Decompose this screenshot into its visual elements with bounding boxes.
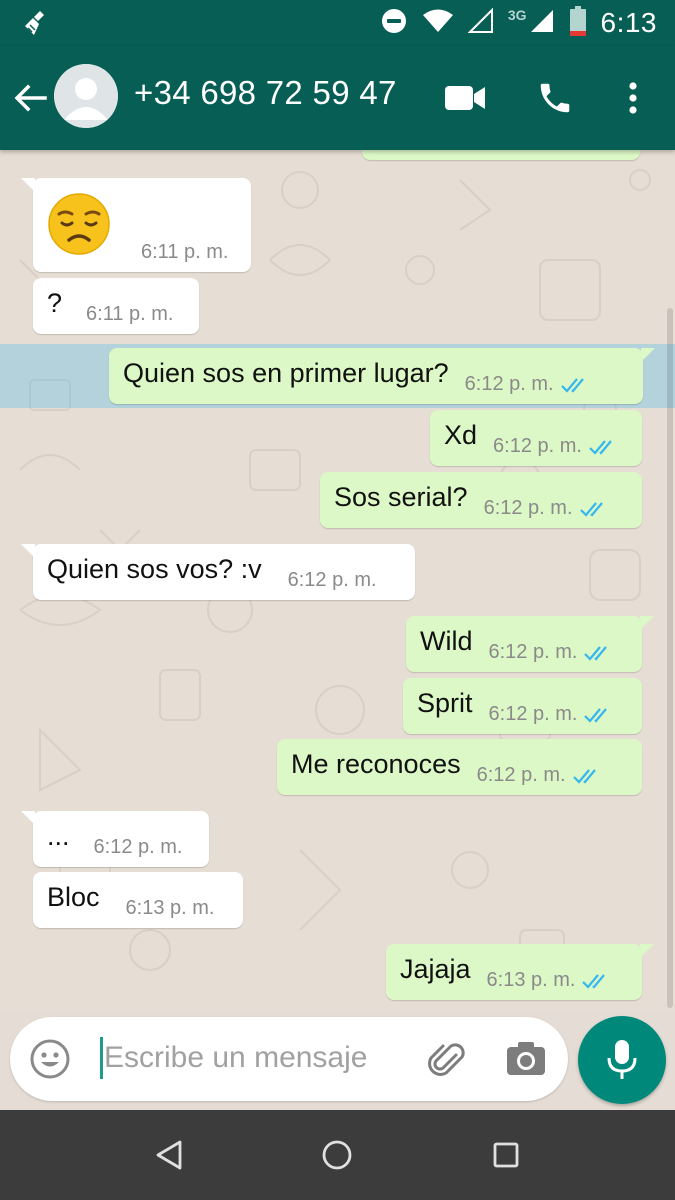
scrollbar[interactable]	[667, 308, 673, 1008]
mic-button[interactable]	[578, 1016, 666, 1104]
message-time: 6:12 p. m.	[93, 836, 183, 858]
message-text: Wild	[420, 625, 473, 656]
message-time: 6:11 p. m.	[141, 241, 229, 263]
message-bubble-incoming[interactable]: 6:11 p. m.	[21, 178, 251, 272]
android-nav-bar	[0, 1110, 675, 1200]
home-circle-icon[interactable]	[314, 1132, 360, 1178]
message-time: 6:13 p. m.	[125, 897, 215, 919]
chat-header: +34 698 72 59 47	[0, 46, 675, 150]
message-bubble-incoming[interactable]: Quien sos vos? :v 6:12 p. m.	[21, 544, 415, 600]
message-bubble-outgoing[interactable]: Sos serial? 6:12 p. m.	[320, 472, 642, 528]
battery-low-icon	[569, 5, 587, 41]
network-type-label: 3G	[507, 7, 527, 23]
attach-icon[interactable]	[424, 1037, 468, 1081]
back-arrow-icon[interactable]	[12, 80, 48, 116]
double-check-read-icon	[579, 502, 603, 517]
camera-icon[interactable]	[504, 1037, 548, 1081]
message-text: Quien sos en primer lugar?	[123, 357, 449, 388]
message-bubble-outgoing[interactable]: Wild 6:12 p. m.	[406, 616, 654, 672]
bubble-tail	[640, 944, 654, 958]
message-text: Sprit	[417, 687, 473, 718]
message-bubble-incoming[interactable]: ... 6:12 p. m.	[21, 811, 209, 867]
message-bubble-outgoing[interactable]: Jajaja 6:13 p. m.	[386, 944, 654, 1000]
message-bubble-incoming[interactable]: ? 6:11 p. m.	[33, 278, 199, 334]
phone-call-icon[interactable]	[533, 76, 577, 120]
message-text: Jajaja	[400, 953, 471, 984]
broom-icon	[22, 8, 52, 38]
message-bubble-outgoing[interactable]: Sprit 6:12 p. m.	[403, 678, 642, 734]
double-check-read-icon	[560, 378, 584, 393]
disappointed-face-icon	[48, 193, 110, 255]
message-input[interactable]	[104, 1033, 414, 1083]
contact-title[interactable]: +34 698 72 59 47	[134, 74, 397, 112]
text-cursor	[100, 1037, 103, 1079]
bubble-tail	[640, 616, 654, 630]
double-check-read-icon	[584, 646, 608, 661]
double-check-read-icon	[572, 769, 596, 784]
message-time: 6:13 p. m.	[486, 969, 576, 991]
avatar-placeholder-icon	[54, 64, 118, 128]
bubble-tail	[641, 348, 655, 362]
double-check-read-icon	[582, 974, 606, 989]
emoji-icon[interactable]	[28, 1037, 72, 1081]
do-not-disturb-icon	[380, 7, 408, 40]
message-composer	[10, 1017, 568, 1101]
message-text: Xd	[444, 419, 478, 450]
bubble-tail	[21, 811, 35, 825]
message-text: Quien sos vos? :v	[47, 553, 262, 584]
message-time: 6:11 p. m.	[86, 303, 174, 325]
previous-message-edge	[362, 150, 640, 160]
message-time: 6:12 p. m.	[287, 569, 377, 591]
message-bubble-outgoing[interactable]: Quien sos en primer lugar? 6:12 p. m.	[109, 348, 655, 404]
message-time: 6:12 p. m.	[493, 435, 582, 457]
message-time: 6:12 p. m.	[488, 641, 578, 663]
message-text: Me reconoces	[291, 748, 461, 779]
message-bubble-outgoing[interactable]: Xd 6:12 p. m.	[430, 410, 642, 466]
signal-empty-icon	[467, 7, 494, 39]
message-text: Sos serial?	[334, 481, 468, 512]
video-call-icon[interactable]	[443, 76, 487, 120]
message-text: Bloc	[47, 881, 100, 912]
signal-icon	[529, 8, 555, 39]
bubble-tail	[21, 178, 35, 192]
double-check-read-icon	[589, 440, 612, 455]
chat-area[interactable]: 6:11 p. m. ? 6:11 p. m. Quien sos en pri…	[0, 150, 675, 1012]
more-vert-icon[interactable]	[611, 76, 655, 120]
wifi-icon	[422, 8, 454, 39]
message-bubble-incoming[interactable]: Bloc 6:13 p. m.	[33, 872, 243, 928]
message-time: 6:12 p. m.	[483, 497, 573, 519]
double-check-read-icon	[584, 708, 608, 723]
message-text: ...	[47, 820, 70, 851]
bubble-tail	[21, 544, 35, 558]
back-triangle-icon[interactable]	[146, 1132, 192, 1178]
status-bar: 3G 6:13	[0, 0, 675, 46]
message-text: ?	[47, 287, 63, 318]
message-time: 6:12 p. m.	[488, 703, 578, 725]
message-bubble-outgoing[interactable]: Me reconoces 6:12 p. m.	[277, 739, 642, 795]
avatar[interactable]	[54, 64, 118, 128]
mic-icon	[607, 1040, 637, 1079]
message-time: 6:12 p. m.	[464, 373, 554, 395]
recents-square-icon[interactable]	[483, 1132, 529, 1178]
message-time: 6:12 p. m.	[476, 764, 566, 786]
status-clock: 6:13	[600, 7, 657, 38]
